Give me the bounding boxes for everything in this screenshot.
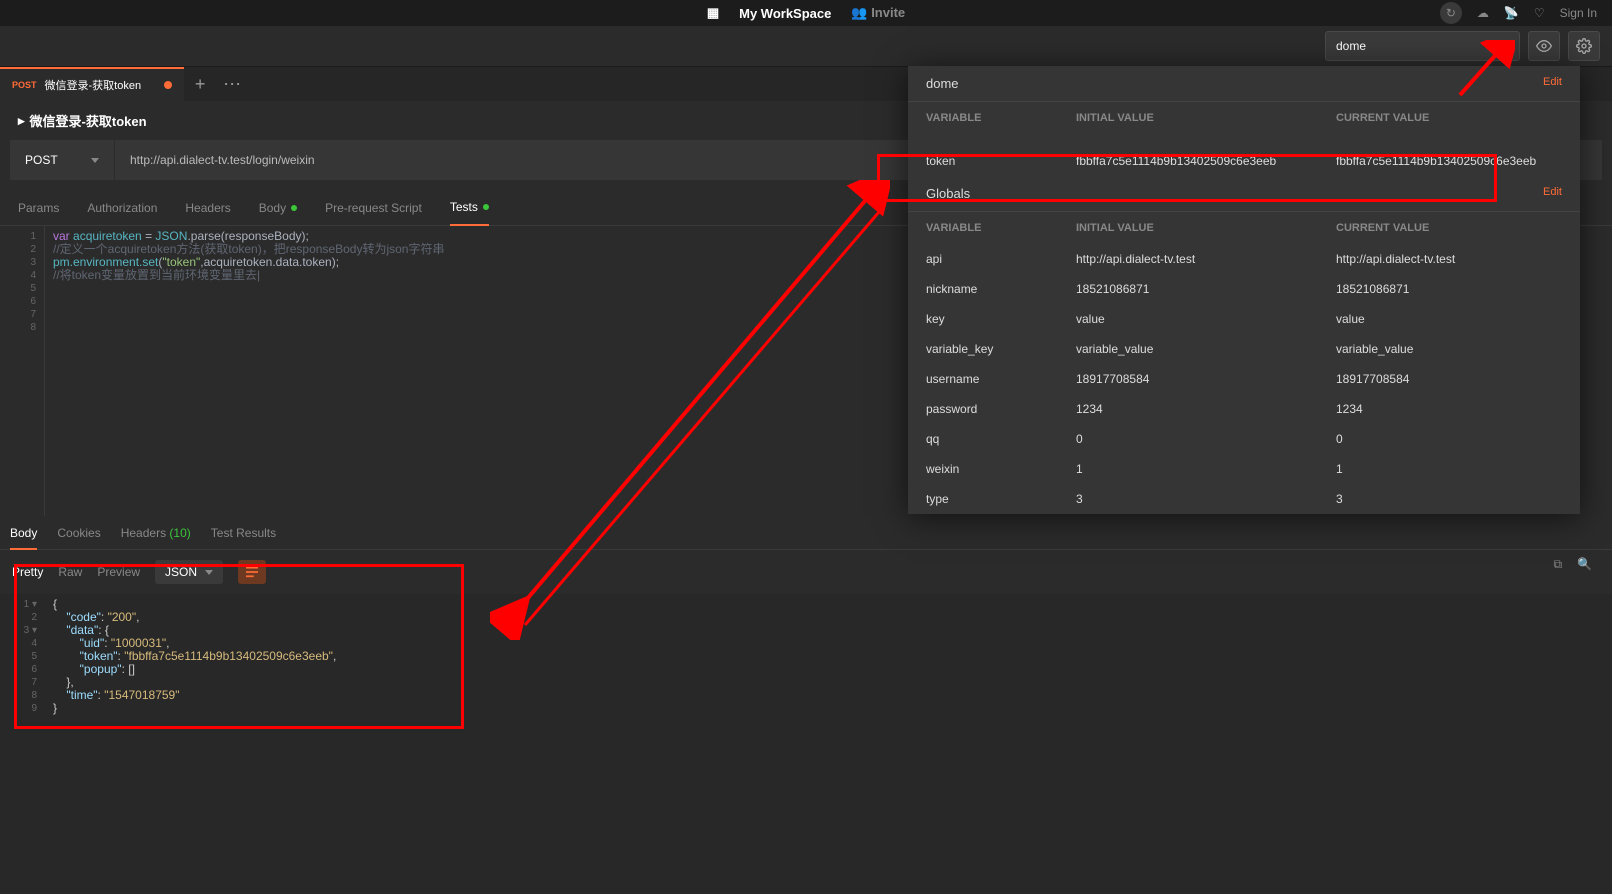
signin-link[interactable]: Sign In [1560,6,1597,20]
env-name-header: dome Edit [908,66,1580,102]
tab-params[interactable]: Params [18,200,59,225]
tab-prerequest[interactable]: Pre-request Script [325,200,422,225]
line-gutter: 12345678 [0,226,45,516]
globals-row: password12341234 [908,394,1580,424]
resp-tab-results[interactable]: Test Results [211,526,276,549]
environment-bar: dome [0,26,1612,66]
col-current: CURRENT VALUE [1336,112,1562,124]
globals-row: keyvaluevalue [908,304,1580,334]
workspace-name[interactable]: My WorkSpace [739,6,831,21]
resp-tab-headers[interactable]: Headers (10) [121,526,191,549]
globals-row: qq00 [908,424,1580,454]
mode-preview[interactable]: Preview [97,561,140,583]
edit-globals-link[interactable]: Edit [1543,186,1562,198]
col-variable: VARIABLE [926,112,1076,124]
tab-headers[interactable]: Headers [185,200,230,225]
mode-pretty[interactable]: Pretty [12,561,43,583]
env-eye-button[interactable] [1528,31,1560,61]
env-row-token: token fbbffa7c5e1114b9b13402509c6e3eeb f… [908,146,1580,176]
tab-body[interactable]: Body [259,200,297,225]
response-tabs: Body Cookies Headers (10) Test Results [0,516,1612,550]
tab-authorization[interactable]: Authorization [87,200,157,225]
satellite-icon[interactable]: 📡 [1504,6,1519,20]
workspace-icon: ▦ [707,5,719,21]
search-icon[interactable]: 🔍 [1577,557,1592,572]
response-body-editor[interactable]: 1 ▾23 ▾456789 { "code": "200", "data": {… [0,594,1612,894]
notif-icon[interactable]: ☁ [1477,6,1489,20]
format-select[interactable]: JSON [155,560,223,584]
response-toolbar: Pretty Raw Preview JSON [0,550,1612,594]
sync-icon[interactable]: ↻ [1440,2,1462,24]
resp-tab-cookies[interactable]: Cookies [57,526,100,549]
globals-row: username1891770858418917708584 [908,364,1580,394]
edit-env-link[interactable]: Edit [1543,76,1562,88]
env-row-user: user [908,134,1580,146]
globals-header: Globals Edit [908,176,1580,212]
col-initial: INITIAL VALUE [1076,112,1336,124]
globals-row: apihttp://api.dialect-tv.testhttp://api.… [908,244,1580,274]
copy-icon[interactable]: ⧉ [1553,557,1562,572]
globals-row: weixin11 [908,454,1580,484]
unsaved-dot-icon [164,81,172,89]
request-name: 微信登录-获取token [30,111,147,130]
environment-panel: dome Edit VARIABLE INITIAL VALUE CURRENT… [908,66,1580,514]
resp-tab-body[interactable]: Body [10,526,37,550]
tab-tests[interactable]: Tests [450,200,489,226]
tab-menu-button[interactable]: ⋯ [216,67,248,101]
env-gear-button[interactable] [1568,31,1600,61]
wrap-button[interactable] [238,560,266,584]
top-menubar: ▦ My WorkSpace 👥 Invite ↻ ☁ 📡 ♡ Sign In [0,0,1612,26]
resp-code: { "code": "200", "data": { "uid": "10000… [45,594,1612,894]
heart-icon[interactable]: ♡ [1534,6,1545,20]
globals-row: variable_keyvariable_valuevariable_value [908,334,1580,364]
resp-gutter: 1 ▾23 ▾456789 [0,594,45,894]
http-method-select[interactable]: POST [10,140,115,180]
invite-button[interactable]: 👥 Invite [851,5,905,21]
globals-row: nickname1852108687118521086871 [908,274,1580,304]
mode-raw[interactable]: Raw [58,561,82,583]
globals-row: type33 [908,484,1580,514]
new-tab-button[interactable]: + [184,67,216,101]
environment-select[interactable]: dome [1325,31,1520,61]
request-tab[interactable]: POST 微信登录-获取token [0,67,184,101]
